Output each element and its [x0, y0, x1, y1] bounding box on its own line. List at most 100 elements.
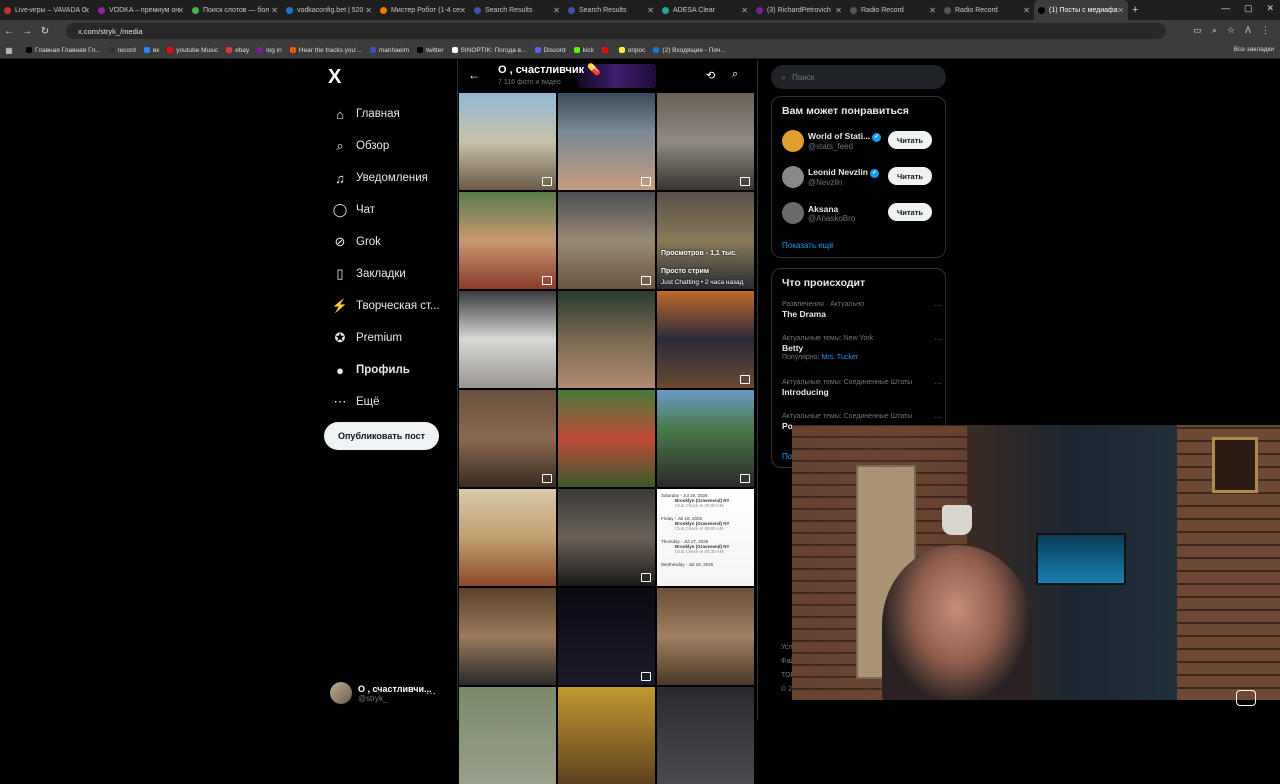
- close-window-icon[interactable]: ✕: [1266, 3, 1274, 14]
- back-icon[interactable]: ←: [0, 26, 18, 37]
- bookmark-item[interactable]: twitter: [417, 47, 444, 54]
- media-tile[interactable]: [558, 588, 655, 685]
- sidebar-item[interactable]: ⌕ Обзор: [320, 130, 440, 162]
- post-button[interactable]: Опубликовать пост: [324, 422, 439, 450]
- forward-icon[interactable]: →: [18, 26, 36, 37]
- browser-tab[interactable]: Search Results ✕: [470, 0, 564, 20]
- footer-link[interactable]: Усл: [781, 644, 793, 651]
- media-tile[interactable]: [558, 390, 655, 487]
- media-tile[interactable]: [459, 489, 556, 586]
- close-tab-icon[interactable]: ✕: [647, 6, 654, 15]
- bookmark-item[interactable]: вк: [143, 47, 159, 54]
- media-tile[interactable]: [459, 291, 556, 388]
- trend-item[interactable]: Актуальные темы: New York Betty Популярно:…: [782, 335, 942, 361]
- x-logo[interactable]: X: [328, 66, 341, 89]
- close-tab-icon[interactable]: ✕: [929, 6, 936, 15]
- media-tile[interactable]: [558, 192, 655, 289]
- media-tile[interactable]: [657, 687, 754, 784]
- sidebar-item[interactable]: ◯ Чат: [320, 194, 440, 226]
- browser-tab[interactable]: Radio Record ✕: [846, 0, 940, 20]
- media-tile[interactable]: [657, 390, 754, 487]
- reload-icon[interactable]: ↻: [36, 26, 54, 37]
- media-tile[interactable]: [657, 291, 754, 388]
- bookmark-item[interactable]: [601, 47, 611, 54]
- close-tab-icon[interactable]: ✕: [1023, 6, 1030, 15]
- trends-show-more-link[interactable]: По: [782, 452, 792, 461]
- media-tile[interactable]: [558, 489, 655, 586]
- follow-button[interactable]: Читать: [888, 167, 932, 185]
- sidebar-item[interactable]: ● Профиль: [320, 354, 440, 386]
- browser-tab[interactable]: Поиск слотов — бол ✕: [188, 0, 282, 20]
- close-tab-icon[interactable]: ✕: [177, 6, 184, 15]
- more-icon[interactable]: ···: [426, 688, 436, 699]
- media-tile[interactable]: [459, 588, 556, 685]
- bookmark-item[interactable]: SINOPTIK: Погода в...: [451, 47, 527, 54]
- browser-tab[interactable]: (3) RichardPetrovich ✕: [752, 0, 846, 20]
- bookmark-item[interactable]: опрос: [618, 47, 645, 54]
- more-icon[interactable]: ···: [934, 413, 942, 422]
- browser-tab[interactable]: Live-игры – VAVADA C ✕: [0, 0, 94, 20]
- more-icon[interactable]: ···: [934, 379, 942, 388]
- maximize-icon[interactable]: ▢: [1244, 3, 1253, 14]
- zoom-icon[interactable]: ⌕: [1212, 25, 1217, 36]
- follow-suggestion[interactable]: World of Stati... ✓ @stats_feed Читать: [782, 127, 942, 155]
- trend-popular-name[interactable]: Mrs. Tucker: [822, 354, 859, 361]
- close-tab-icon[interactable]: ✕: [459, 6, 466, 15]
- menu-icon[interactable]: ⋮: [1261, 25, 1270, 36]
- star-icon[interactable]: ☆: [1227, 25, 1235, 36]
- close-tab-icon[interactable]: ✕: [83, 6, 90, 15]
- footer-link[interactable]: © 2: [781, 686, 792, 693]
- follow-button[interactable]: Читать: [888, 203, 932, 221]
- show-more-link[interactable]: Показать ещё: [782, 241, 834, 250]
- bookmark-item[interactable]: Главная Главная Гл...: [26, 47, 100, 54]
- all-bookmarks[interactable]: Все закладки: [1234, 46, 1274, 53]
- media-tile[interactable]: [459, 687, 556, 784]
- close-tab-icon[interactable]: ✕: [271, 6, 278, 15]
- search-input[interactable]: ⌕ Поиск: [771, 65, 946, 89]
- sidebar-item[interactable]: ⊘ Grok: [320, 226, 440, 258]
- close-tab-icon[interactable]: ✕: [553, 6, 560, 15]
- search-icon[interactable]: ⌕: [732, 68, 738, 81]
- close-tab-icon[interactable]: ✕: [741, 6, 748, 15]
- media-tile[interactable]: Saturday - Jul 19, 2025 Brooklyn (Gravese…: [657, 489, 754, 586]
- browser-tab[interactable]: vodkaconfig.bet | 520 ✕: [282, 0, 376, 20]
- profile-icon[interactable]: Ʌ: [1245, 25, 1251, 36]
- apps-icon[interactable]: ▦: [0, 46, 18, 55]
- compose-icon[interactable]: [1236, 690, 1256, 706]
- bookmark-item[interactable]: manhaeim: [369, 47, 409, 54]
- bookmark-item[interactable]: (2) Входящие - Поч...: [653, 47, 726, 54]
- media-tile[interactable]: Просмотров - 1,1 тыс. Просто стрим Just Ch…: [657, 192, 754, 289]
- bookmark-item[interactable]: record: [108, 47, 136, 54]
- media-tile[interactable]: [459, 390, 556, 487]
- follow-button[interactable]: Читать: [888, 131, 932, 149]
- more-icon[interactable]: ···: [934, 335, 942, 344]
- browser-tab[interactable]: Radio Record ✕: [940, 0, 1034, 20]
- browser-tab[interactable]: VODKA – премиум он ✕: [94, 0, 188, 20]
- sidebar-item[interactable]: ⋯ Ещё: [320, 386, 440, 418]
- bookmark-item[interactable]: Hear the tracks you'...: [289, 47, 362, 54]
- media-tile[interactable]: [459, 192, 556, 289]
- url-field[interactable]: x.com/stryk_/media: [66, 23, 1166, 39]
- browser-tab[interactable]: ADESA Clear ✕: [658, 0, 752, 20]
- media-tile[interactable]: [558, 291, 655, 388]
- trend-item[interactable]: Актуальные темы: Соединенные Штаты Introd…: [782, 379, 942, 397]
- trend-item[interactable]: Развлечения · Актуально The Drama ···: [782, 301, 942, 319]
- media-tile[interactable]: [558, 687, 655, 784]
- bookmark-item[interactable]: kick: [573, 47, 594, 54]
- minimize-icon[interactable]: —: [1221, 3, 1230, 14]
- bookmark-item[interactable]: Discord: [534, 47, 566, 54]
- refresh-icon[interactable]: ⟲: [706, 69, 715, 82]
- sidebar-item[interactable]: ▯ Закладки: [320, 258, 440, 290]
- browser-tab[interactable]: Мистер Робот (1-4 се ✕: [376, 0, 470, 20]
- new-tab-button[interactable]: +: [1132, 4, 1138, 16]
- follow-suggestion[interactable]: Leonid Nevzlin ✓ @Nevzlin Читать: [782, 163, 942, 191]
- browser-tab[interactable]: (1) Посты с медиафа ✕: [1034, 0, 1128, 20]
- cast-icon[interactable]: ▭: [1193, 25, 1202, 36]
- browser-tab[interactable]: Search Results ✕: [564, 0, 658, 20]
- account-switcher[interactable]: О , счастливчи... @stryk_ ···: [330, 682, 436, 704]
- close-tab-icon[interactable]: ✕: [835, 6, 842, 15]
- bookmark-item[interactable]: youtube Music: [167, 47, 218, 54]
- sidebar-item[interactable]: ♫ Уведомления: [320, 162, 440, 194]
- media-tile[interactable]: [558, 93, 655, 190]
- back-arrow-icon[interactable]: ←: [468, 68, 480, 82]
